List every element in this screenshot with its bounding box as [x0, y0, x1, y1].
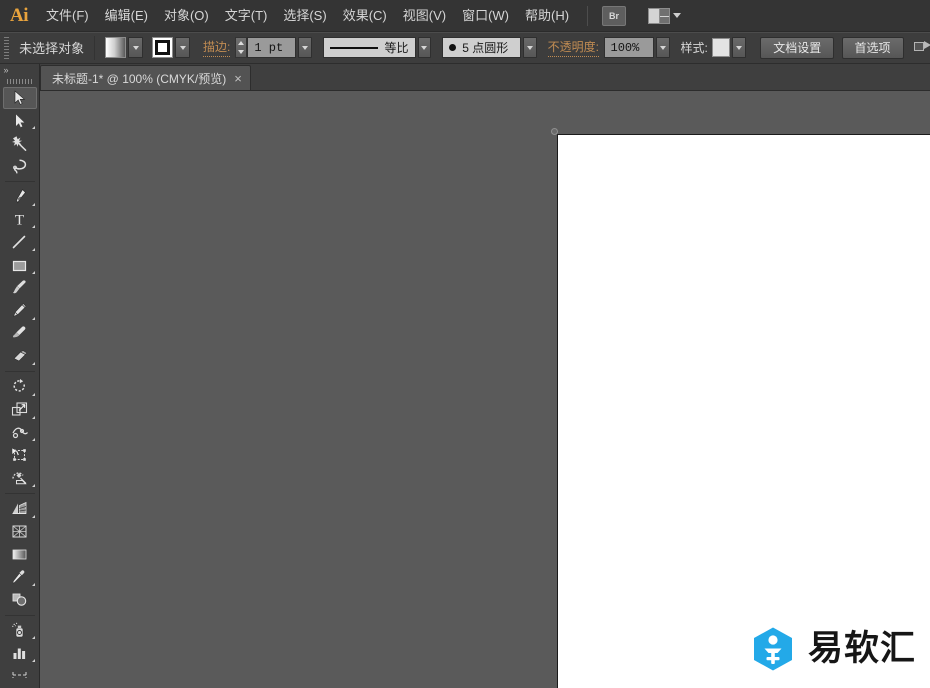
- rotate-tool[interactable]: [3, 376, 37, 398]
- lasso-tool[interactable]: [3, 155, 37, 177]
- document-setup-button[interactable]: 文档设置: [760, 36, 835, 59]
- style-label: 样式:: [680, 40, 708, 55]
- stroke-swatch[interactable]: [152, 37, 174, 58]
- svg-text:T: T: [15, 213, 24, 229]
- control-bar-grip[interactable]: [2, 32, 11, 64]
- gradient-tool[interactable]: [3, 543, 37, 565]
- brush-label: 5 点圆形: [462, 41, 509, 55]
- opacity-input[interactable]: 100%: [603, 37, 654, 58]
- control-divider: [94, 35, 96, 60]
- tools-panel: » T: [0, 64, 40, 688]
- style-dropdown-button[interactable]: [731, 37, 746, 58]
- stroke-profile-preview-icon: [329, 46, 379, 49]
- pen-tool[interactable]: [3, 186, 37, 208]
- fill-control[interactable]: [105, 37, 144, 58]
- selection-status-label: 未选择对象: [19, 41, 85, 56]
- menu-object[interactable]: 对象(O): [156, 5, 217, 27]
- eyedropper-tool[interactable]: [3, 566, 37, 588]
- menu-view[interactable]: 视图(V): [395, 5, 454, 27]
- preferences-button[interactable]: 首选项: [841, 36, 904, 59]
- free-transform-tool[interactable]: [3, 444, 37, 466]
- paintbrush-tool[interactable]: [3, 277, 37, 299]
- watermark-logo-icon: [750, 626, 796, 672]
- stroke-profile-dropdown-button[interactable]: [417, 37, 432, 58]
- blend-tool[interactable]: [3, 589, 37, 611]
- stepper-up-icon: [238, 40, 245, 45]
- brush-definition-select[interactable]: 5 点圆形: [442, 37, 521, 58]
- stroke-dropdown-button[interactable]: [175, 37, 191, 58]
- menu-divider: [587, 5, 589, 26]
- magic-wand-tool[interactable]: [3, 132, 37, 154]
- selection-tool[interactable]: [2, 86, 37, 109]
- artboard-tool[interactable]: [3, 665, 37, 687]
- document-tab-label: 未标题-1* @ 100% (CMYK/预览): [52, 71, 227, 86]
- fill-dropdown-button[interactable]: [128, 37, 144, 58]
- brush-preview-icon: [449, 44, 457, 51]
- brush-dropdown-button[interactable]: [522, 37, 537, 58]
- stroke-weight-label[interactable]: 描边:: [202, 38, 231, 57]
- collapse-panel-icon[interactable]: »: [0, 64, 39, 76]
- stroke-color-control[interactable]: [152, 37, 191, 58]
- tools-divider: [4, 371, 35, 373]
- tools-panel-grip[interactable]: [0, 76, 39, 87]
- symbol-sprayer-tool[interactable]: [3, 620, 37, 642]
- workspace-layout-icon: [648, 7, 671, 24]
- control-bar: 未选择对象 描边: 1 pt 等比 5 点圆形 不透明度: 100% 样式: 文…: [0, 32, 930, 64]
- tools-divider: [4, 614, 35, 616]
- width-tool[interactable]: [3, 422, 37, 444]
- watermark-text: 易软汇: [807, 628, 916, 669]
- scale-tool[interactable]: [3, 399, 37, 421]
- app-logo-icon: Ai: [10, 4, 29, 26]
- menu-type[interactable]: 文字(T): [217, 5, 276, 27]
- chevron-down-icon: [673, 13, 682, 18]
- arrange-documents-icon[interactable]: [913, 40, 930, 56]
- bridge-icon[interactable]: Br: [602, 5, 627, 26]
- opacity-label[interactable]: 不透明度:: [547, 38, 599, 57]
- direct-selection-tool[interactable]: [3, 110, 37, 132]
- document-tab-bar: 未标题-1* @ 100% (CMYK/预览) ×: [0, 64, 930, 91]
- pencil-tool[interactable]: [3, 300, 37, 322]
- line-segment-tool[interactable]: [3, 231, 37, 253]
- watermark: 易软汇: [750, 626, 916, 672]
- stroke-weight-input[interactable]: 1 pt: [247, 37, 296, 58]
- workspace-switcher[interactable]: [648, 7, 682, 24]
- eraser-tool[interactable]: [3, 345, 37, 367]
- close-icon[interactable]: ×: [234, 72, 242, 85]
- type-tool[interactable]: T: [3, 209, 37, 231]
- rectangle-tool[interactable]: [3, 254, 37, 276]
- column-graph-tool[interactable]: [3, 642, 37, 664]
- menu-edit[interactable]: 编辑(E): [97, 5, 156, 27]
- document-tab[interactable]: 未标题-1* @ 100% (CMYK/预览) ×: [40, 65, 251, 90]
- menu-help[interactable]: 帮助(H): [517, 5, 577, 27]
- tools-divider: [4, 180, 35, 182]
- canvas-area[interactable]: 易软汇: [40, 91, 930, 688]
- opacity-dropdown-button[interactable]: [655, 37, 670, 58]
- menu-effect[interactable]: 效果(C): [335, 5, 395, 27]
- menu-select[interactable]: 选择(S): [275, 5, 334, 27]
- menu-bar: Ai 文件(F) 编辑(E) 对象(O) 文字(T) 选择(S) 效果(C) 视…: [0, 0, 930, 32]
- stepper-down-icon: [238, 50, 245, 55]
- fill-swatch[interactable]: [105, 37, 127, 58]
- mesh-tool[interactable]: [3, 521, 37, 543]
- stroke-profile-select[interactable]: 等比: [322, 37, 416, 58]
- menu-file[interactable]: 文件(F): [38, 5, 97, 27]
- stroke-weight-dropdown-button[interactable]: [297, 37, 312, 58]
- stroke-weight-stepper[interactable]: [235, 37, 248, 58]
- artboard[interactable]: [557, 134, 930, 688]
- shape-builder-tool[interactable]: [3, 467, 37, 489]
- blob-brush-tool[interactable]: [3, 323, 37, 345]
- graphic-style-swatch[interactable]: [712, 38, 730, 57]
- stroke-profile-label: 等比: [384, 41, 409, 55]
- menu-window[interactable]: 窗口(W): [454, 5, 517, 27]
- illustrator-window: Ai 文件(F) 编辑(E) 对象(O) 文字(T) 选择(S) 效果(C) 视…: [0, 0, 930, 688]
- tools-divider: [4, 492, 35, 494]
- perspective-grid-tool[interactable]: [3, 498, 37, 520]
